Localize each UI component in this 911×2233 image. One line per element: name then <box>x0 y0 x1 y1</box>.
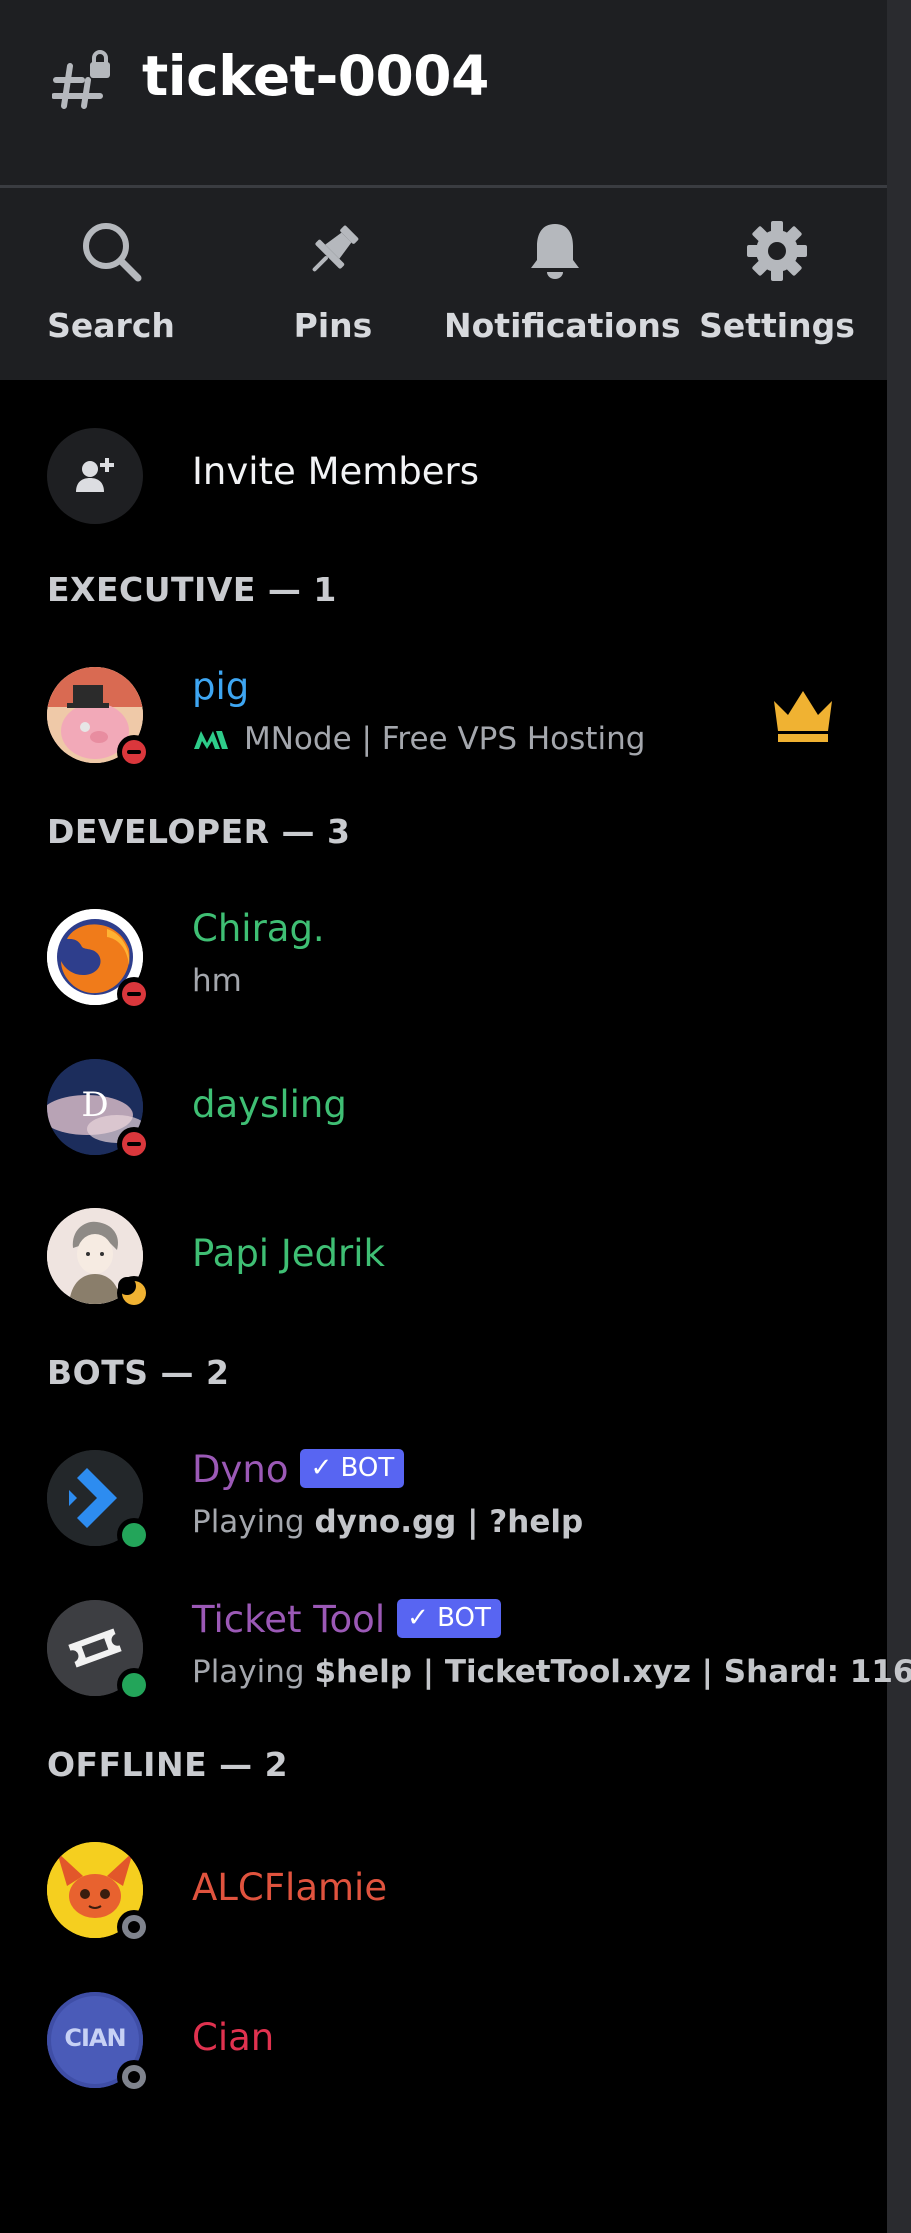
member-name: Ticket Tool ✓ BOT <box>192 1598 501 1641</box>
member-row-alcflamie[interactable]: ALCFlamie <box>0 1820 887 1960</box>
channel-header: ticket-0004 <box>0 0 887 188</box>
section-header-executive: EXECUTIVE — 1 <box>47 570 337 609</box>
add-user-icon <box>76 458 114 492</box>
member-activity: Playing $help | TicketTool.xyz | Shard: … <box>192 1654 911 1690</box>
avatar <box>47 1842 151 1944</box>
pins-label: Pins <box>293 306 373 345</box>
status-indicator <box>117 735 151 769</box>
settings-label: Settings <box>699 306 855 345</box>
notifications-label: Notifications <box>444 306 681 345</box>
status-indicator <box>117 1910 151 1944</box>
invite-members-label: Invite Members <box>192 450 480 493</box>
member-list-screen: ticket-0004 Search Pins Notifications Se… <box>0 0 911 2233</box>
member-row-chirag[interactable]: Chirag. hm <box>0 887 887 1027</box>
avatar <box>47 1450 151 1552</box>
bot-tag: ✓ BOT <box>397 1599 501 1638</box>
status-indicator <box>117 977 151 1011</box>
status-indicator <box>117 1668 151 1702</box>
server-owner-crown-icon <box>774 691 832 742</box>
pins-button[interactable]: Pins <box>222 188 444 380</box>
avatar <box>47 1600 151 1702</box>
pin-icon <box>312 225 359 272</box>
member-status: hm <box>192 963 242 999</box>
avatar: D <box>47 1059 151 1161</box>
section-header-offline: OFFLINE — 2 <box>47 1745 289 1784</box>
avatar <box>47 667 151 769</box>
avatar-letter: D <box>81 1085 109 1125</box>
member-name: ALCFlamie <box>192 1866 388 1909</box>
gear-icon <box>747 221 807 281</box>
notifications-button[interactable]: Notifications <box>444 188 681 380</box>
member-name: daysling <box>192 1083 347 1126</box>
section-header-bots: BOTS — 2 <box>47 1353 230 1392</box>
avatar <box>47 909 151 1011</box>
avatar: CIAN <box>47 1992 151 2094</box>
member-row-daysling[interactable]: D daysling <box>0 1037 887 1177</box>
channel-title: ticket-0004 <box>142 44 489 108</box>
member-name: Cian <box>192 2016 275 2059</box>
status-indicator <box>117 1518 151 1552</box>
settings-button[interactable]: Settings <box>666 188 888 380</box>
status-indicator <box>117 2060 151 2094</box>
member-row-cian[interactable]: CIAN Cian <box>0 1970 887 2110</box>
member-row-dyno[interactable]: Dyno ✓ BOT Playing dyno.gg | ?help <box>0 1428 887 1568</box>
member-name: pig <box>192 665 250 708</box>
scrollbar[interactable] <box>887 0 911 2233</box>
member-name: Chirag. <box>192 907 325 950</box>
search-button[interactable]: Search <box>0 188 222 380</box>
bot-tag: ✓ BOT <box>300 1449 405 1488</box>
status-indicator <box>117 1276 151 1310</box>
member-panel: ticket-0004 Search Pins Notifications Se… <box>0 0 911 2233</box>
member-row-pig[interactable]: pig MNode | Free VPS Hosting <box>0 645 887 785</box>
member-row-ticket-tool[interactable]: Ticket Tool ✓ BOT Playing $help | TicketT… <box>0 1578 911 1718</box>
invite-members-button[interactable]: Invite Members <box>0 412 887 542</box>
status-indicator <box>117 1127 151 1161</box>
section-header-developer: DEVELOPER — 3 <box>47 812 351 851</box>
member-name: Papi Jedrik <box>192 1232 385 1275</box>
member-activity: Playing dyno.gg | ?help <box>192 1504 584 1540</box>
search-label: Search <box>47 306 175 345</box>
invite-icon-circle <box>47 428 143 524</box>
avatar <box>47 1208 151 1310</box>
mnode-logo-icon <box>194 731 228 749</box>
locked-channel-icon <box>52 50 110 109</box>
bell-icon <box>531 224 579 279</box>
channel-toolbar: Search Pins Notifications Settings <box>0 188 887 380</box>
member-name: Dyno ✓ BOT <box>192 1448 405 1491</box>
avatar-text: CIAN <box>64 2024 126 2052</box>
member-row-papi-jedrik[interactable]: Papi Jedrik <box>0 1186 887 1326</box>
search-icon <box>83 223 142 282</box>
member-status: MNode | Free VPS Hosting <box>192 721 645 757</box>
